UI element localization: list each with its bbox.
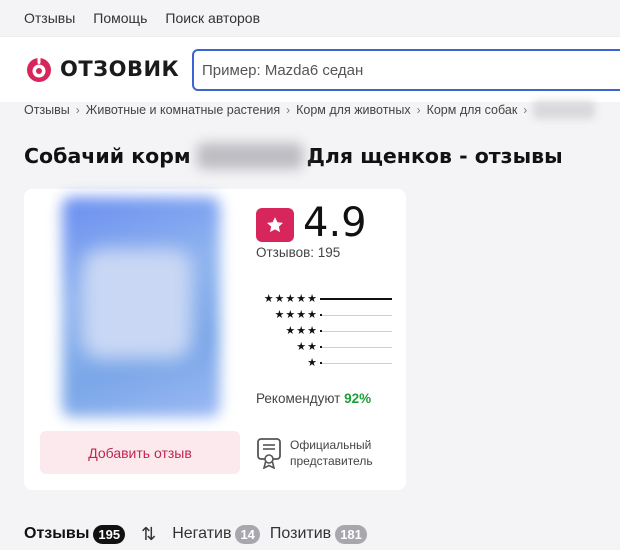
star-icon	[267, 217, 283, 233]
tab-positive[interactable]: Позитив 181	[269, 524, 367, 544]
rating-row-track	[320, 330, 392, 332]
breadcrumb-separator: ›	[286, 103, 291, 117]
breadcrumb-item-animals-plants[interactable]: Животные и комнатные растения	[86, 103, 280, 117]
topnav-help-link[interactable]: Помощь	[93, 10, 147, 26]
recommend-percent: 92%	[344, 391, 372, 406]
rating-badge	[256, 208, 294, 242]
rating-row-track	[320, 346, 392, 348]
logo-icon	[27, 57, 51, 82]
count-badge: 181	[335, 524, 367, 544]
rating-row-fill	[320, 298, 392, 300]
tab-label: Отзывы	[24, 525, 90, 542]
official-representative-label: Официальный представитель	[290, 438, 373, 468]
official-representative-link[interactable]: Официальный представитель	[256, 437, 390, 469]
certificate-icon	[257, 438, 281, 469]
search-box	[192, 49, 620, 91]
rating-row-3[interactable]: ★★★	[256, 323, 396, 339]
rating-row-stars: ★★★★	[274, 309, 318, 321]
page-title-prefix: Собачий корм	[24, 144, 191, 168]
tab-label: Позитив	[269, 525, 332, 542]
rating-row-stars: ★★	[296, 341, 318, 353]
breadcrumb-separator: ›	[523, 103, 528, 117]
tab-reviews[interactable]: Отзывы 195	[24, 524, 126, 544]
rating-row-fill	[320, 314, 322, 316]
breadcrumb: Отзывы › Животные и комнатные растения ›…	[24, 101, 596, 119]
rating-row-stars: ★	[307, 357, 318, 369]
rating-row-4[interactable]: ★★★★	[256, 307, 396, 323]
rating-row-5[interactable]: ★★★★★	[256, 291, 396, 307]
tab-label: Негатив	[172, 525, 232, 542]
product-summary-card: 4.9 Отзывов: 195 ★★★★★ ★★★★ ★★★ ★★ ★ Рек…	[24, 189, 406, 490]
rating-row-1[interactable]: ★	[256, 355, 396, 371]
count-badge: 14	[235, 524, 260, 544]
page-title-suffix: Для щенков - отзывы	[306, 144, 563, 168]
rating-row-track	[320, 298, 392, 300]
logo-text: ОТЗОВИК	[60, 57, 180, 81]
breadcrumb-item-brand-redacted[interactable]	[533, 101, 596, 119]
sort-arrows-icon[interactable]: ⇅	[141, 524, 156, 545]
count-badge: 195	[93, 524, 126, 544]
rating-row-2[interactable]: ★★	[256, 339, 396, 355]
page-title: Собачий корм Для щенков - отзывы	[24, 140, 563, 172]
reviews-count: Отзывов: 195	[256, 245, 341, 260]
search-input[interactable]	[194, 51, 620, 89]
rating-value: 4.9	[303, 200, 367, 246]
page-title-brand-redacted	[196, 143, 303, 169]
rating-row-track	[320, 362, 392, 364]
rating-row-stars: ★★★★★	[263, 293, 318, 305]
reviews-tabs: Отзывы 195 ⇅ Негатив 14 Позитив 181	[24, 521, 367, 547]
rating-row-stars: ★★★	[285, 325, 318, 337]
site-logo[interactable]: ОТЗОВИК	[24, 53, 179, 85]
breadcrumb-item-reviews[interactable]: Отзывы	[24, 103, 70, 117]
site-header: ОТЗОВИК	[0, 36, 620, 102]
breadcrumb-item-dog-food[interactable]: Корм для собак	[427, 103, 518, 117]
product-image-detail	[82, 249, 192, 359]
recommend-rate: Рекомендуют 92%	[256, 391, 371, 406]
add-review-button[interactable]: Добавить отзыв	[40, 431, 240, 474]
breadcrumb-separator: ›	[75, 103, 80, 117]
rating-row-fill	[320, 346, 322, 348]
rating-row-fill	[320, 330, 322, 332]
topnav-reviews-link[interactable]: Отзывы	[24, 10, 75, 26]
rating-row-fill	[320, 362, 322, 364]
rating-distribution: ★★★★★ ★★★★ ★★★ ★★ ★	[256, 291, 396, 371]
topnav-authors-search-link[interactable]: Поиск авторов	[165, 10, 260, 26]
rating-row-track	[320, 314, 392, 316]
top-navigation: Отзывы Помощь Поиск авторов	[0, 0, 620, 36]
breadcrumb-separator: ›	[416, 103, 421, 117]
recommend-label: Рекомендуют	[256, 391, 341, 406]
breadcrumb-item-pet-food[interactable]: Корм для животных	[296, 103, 410, 117]
tab-negative[interactable]: Негатив 14	[172, 524, 260, 544]
